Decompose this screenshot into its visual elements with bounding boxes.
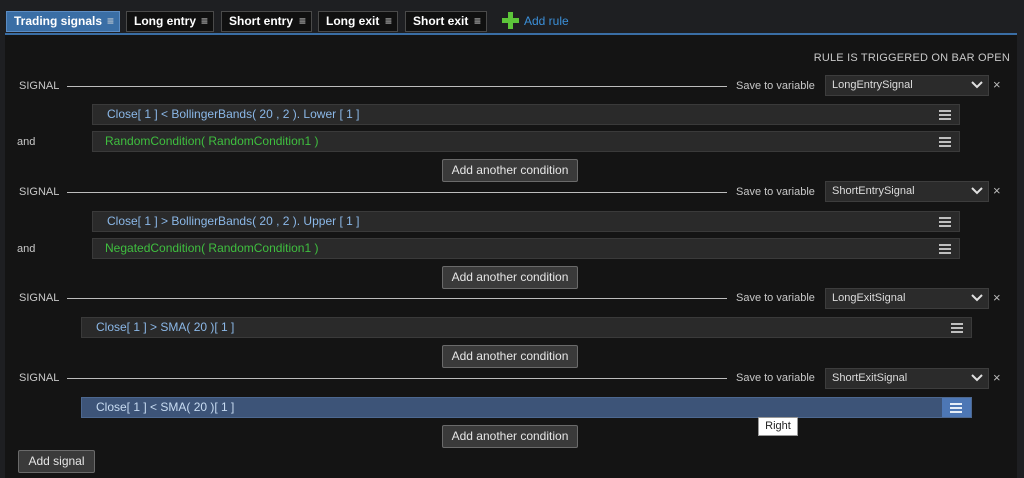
- row-menu-icon: [950, 403, 962, 413]
- row-menu-icon[interactable]: [939, 217, 951, 227]
- save-to-variable-label: Save to variable: [736, 186, 815, 198]
- plus-icon: [502, 12, 519, 29]
- variable-select[interactable]: LongExitSignal: [825, 288, 989, 309]
- variable-select-value: ShortExitSignal: [832, 372, 908, 384]
- row-menu-icon[interactable]: [939, 244, 951, 254]
- tab-label: Short exit: [413, 14, 469, 28]
- tab-trading-signals[interactable]: Trading signals ≡: [6, 11, 120, 32]
- condition-text: Close[ 1 ] > SMA( 20 )[ 1 ]: [96, 320, 235, 334]
- variable-select[interactable]: ShortEntrySignal: [825, 181, 989, 202]
- tab-label: Trading signals: [14, 14, 103, 28]
- tab-long-exit[interactable]: Long exit ≡: [318, 11, 398, 32]
- add-signal-button[interactable]: Add signal: [18, 450, 95, 473]
- signal-divider: [67, 378, 727, 379]
- add-rule-label: Add rule: [524, 14, 569, 28]
- remove-signal-icon[interactable]: ×: [993, 370, 1001, 385]
- add-condition-button[interactable]: Add another condition: [442, 159, 578, 182]
- signal-label: SIGNAL: [19, 372, 60, 384]
- row-menu-icon[interactable]: [939, 110, 951, 120]
- tab-short-entry[interactable]: Short entry ≡: [221, 11, 312, 32]
- condition-text: Close[ 1 ] < SMA( 20 )[ 1 ]: [96, 400, 235, 414]
- variable-select[interactable]: ShortExitSignal: [825, 368, 989, 389]
- signal-label: SIGNAL: [19, 186, 60, 198]
- chevron-down-icon: [971, 187, 983, 195]
- tab-short-exit[interactable]: Short exit ≡: [405, 11, 487, 32]
- and-connector: and: [17, 243, 36, 255]
- condition-row-selected[interactable]: Close[ 1 ] < SMA( 20 )[ 1 ]: [81, 397, 972, 418]
- condition-text: Close[ 1 ] < BollingerBands( 20 , 2 ). L…: [107, 107, 360, 121]
- add-condition-button[interactable]: Add another condition: [442, 266, 578, 289]
- tooltip: Right: [758, 417, 798, 436]
- save-to-variable-label: Save to variable: [736, 372, 815, 384]
- row-menu-icon[interactable]: [951, 323, 963, 333]
- add-condition-button[interactable]: Add another condition: [442, 425, 578, 448]
- tab-label: Long exit: [326, 14, 380, 28]
- chevron-down-icon: [971, 374, 983, 382]
- signal-divider: [67, 298, 727, 299]
- save-to-variable-label: Save to variable: [736, 292, 815, 304]
- save-to-variable-label: Save to variable: [736, 80, 815, 92]
- condition-row[interactable]: NegatedCondition( RandomCondition1 ): [92, 238, 960, 259]
- signal-divider: [67, 86, 727, 87]
- and-connector: and: [17, 136, 36, 148]
- remove-signal-icon[interactable]: ×: [993, 290, 1001, 305]
- condition-row[interactable]: Close[ 1 ] < BollingerBands( 20 , 2 ). L…: [92, 104, 960, 125]
- row-menu-icon[interactable]: [939, 137, 951, 147]
- condition-text: NegatedCondition( RandomCondition1 ): [105, 241, 319, 255]
- remove-signal-icon[interactable]: ×: [993, 77, 1001, 92]
- signal-label: SIGNAL: [19, 292, 60, 304]
- condition-row[interactable]: RandomCondition( RandomCondition1 ): [92, 131, 960, 152]
- condition-text: Close[ 1 ] > BollingerBands( 20 , 2 ). U…: [107, 214, 360, 228]
- signal-label: SIGNAL: [19, 80, 60, 92]
- tab-menu-icon[interactable]: ≡: [107, 12, 114, 31]
- tab-menu-icon[interactable]: ≡: [201, 12, 208, 31]
- tab-bar: Trading signals ≡ Long entry ≡ Short ent…: [0, 0, 1024, 36]
- chevron-down-icon: [971, 294, 983, 302]
- tab-menu-icon[interactable]: ≡: [299, 12, 306, 31]
- tab-label: Long entry: [134, 14, 196, 28]
- tab-menu-icon[interactable]: ≡: [474, 12, 481, 31]
- variable-select[interactable]: LongEntrySignal: [825, 75, 989, 96]
- signal-divider: [67, 192, 727, 193]
- row-menu-button[interactable]: [942, 398, 971, 417]
- variable-select-value: ShortEntrySignal: [832, 185, 915, 197]
- condition-row[interactable]: Close[ 1 ] > BollingerBands( 20 , 2 ). U…: [92, 211, 960, 232]
- condition-text: RandomCondition( RandomCondition1 ): [105, 134, 319, 148]
- tab-menu-icon[interactable]: ≡: [385, 12, 392, 31]
- tab-label: Short entry: [229, 14, 294, 28]
- chevron-down-icon: [971, 81, 983, 89]
- trigger-note: RULE IS TRIGGERED ON BAR OPEN: [813, 52, 1010, 64]
- variable-select-value: LongExitSignal: [832, 292, 906, 304]
- tab-long-entry[interactable]: Long entry ≡: [126, 11, 214, 32]
- variable-select-value: LongEntrySignal: [832, 79, 913, 91]
- remove-signal-icon[interactable]: ×: [993, 183, 1001, 198]
- add-condition-button[interactable]: Add another condition: [442, 345, 578, 368]
- condition-row[interactable]: Close[ 1 ] > SMA( 20 )[ 1 ]: [81, 317, 972, 338]
